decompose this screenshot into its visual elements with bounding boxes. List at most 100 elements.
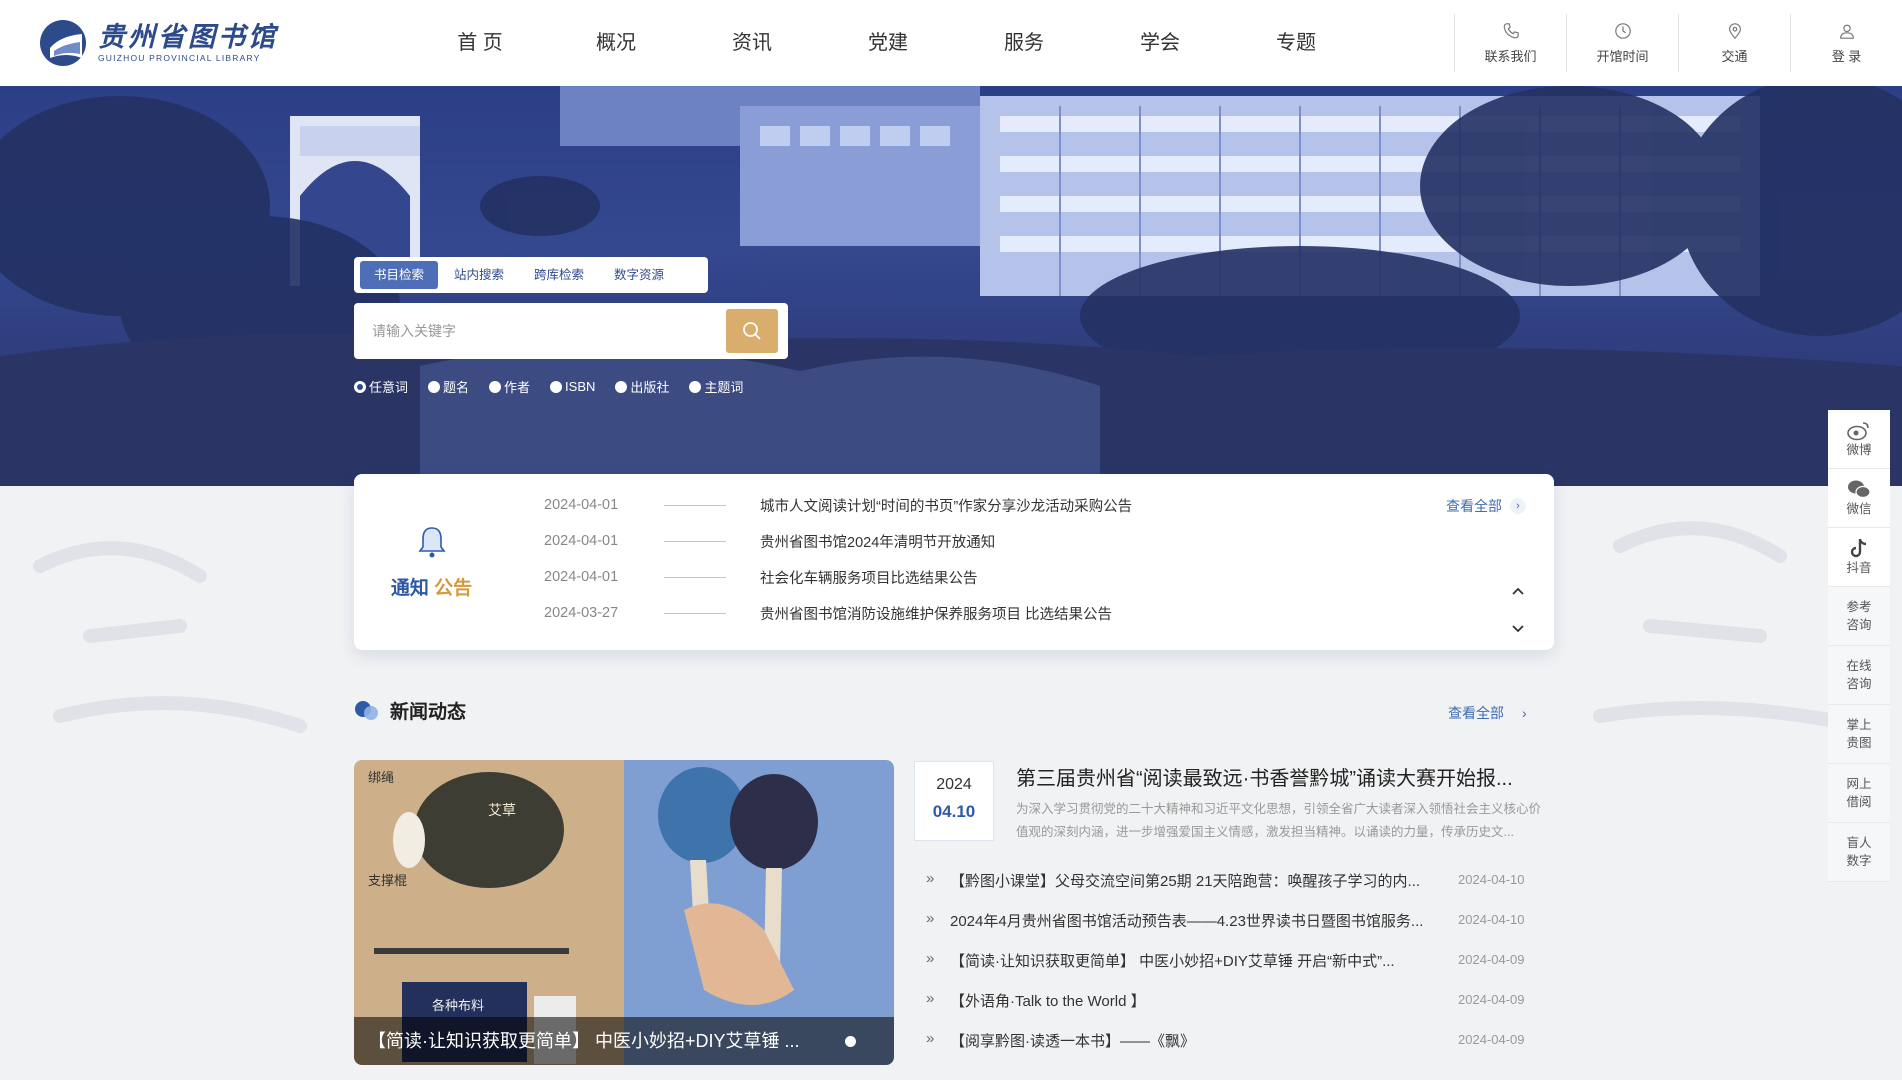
location-pin-icon (1728, 22, 1741, 39)
option-subject[interactable]: 主题词 (689, 377, 743, 396)
double-chevron-icon: » (926, 990, 935, 1007)
side-float-menu: 微博 微信 抖音 参考咨询 在线咨询 掌上贵图 网上借阅 盲人数字 (1828, 410, 1890, 882)
nav-services[interactable]: 服务 (956, 0, 1092, 86)
logo-name-cn: 贵州省图书馆 (98, 22, 278, 53)
chevron-right-icon: › (1510, 498, 1526, 514)
notice-item[interactable]: 2024-03-27 贵州省图书馆消防设施维护保养服务项目 比选结果公告 (544, 603, 1112, 623)
weibo-label: 微博 (1846, 443, 1872, 457)
option-author[interactable]: 作者 (489, 377, 530, 396)
news-item-title[interactable]: 【阅享黔图·读透一本书】——《飘》 (950, 1030, 1448, 1050)
option-isbn[interactable]: ISBN (550, 377, 595, 396)
notice-text[interactable]: 社会化车辆服务项目比选结果公告 (760, 567, 978, 588)
douyin-link[interactable]: 抖音 (1828, 528, 1890, 587)
nav-home[interactable]: 首 页 (412, 0, 548, 86)
radio-icon (354, 380, 366, 393)
news-item-date: 2024-04-09 (1458, 952, 1525, 967)
mobile-library-link[interactable]: 掌上贵图 (1828, 705, 1890, 764)
contact-us-label: 联系我们 (1484, 48, 1537, 64)
notice-item[interactable]: 2024-04-01 社会化车辆服务项目比选结果公告 (544, 567, 978, 587)
online-consult-link[interactable]: 在线咨询 (1828, 646, 1890, 705)
notice-item[interactable]: 2024-04-01 贵州省图书馆2024年清明节开放通知 (544, 531, 995, 551)
news-list-item[interactable]: » 【黔图小课堂】父母交流空间第25期 21天陪跑营：唤醒孩子学习的内... 2… (926, 870, 1556, 890)
notice-item[interactable]: 2024-04-01 城市人文阅读计划“时间的书页”作家分享沙龙活动采购公告 (544, 495, 1132, 515)
divider-line (664, 504, 726, 506)
mobile-library-label: 掌上贵图 (1846, 718, 1872, 750)
scroll-down-button[interactable] (1510, 620, 1526, 636)
nav-topics[interactable]: 专题 (1228, 0, 1364, 86)
logo-name-en: GUIZHOU PROVINCIAL LIBRARY (98, 53, 261, 63)
notice-heading: 通知 公告 (354, 474, 509, 650)
tab-cross-db-search[interactable]: 跨库检索 (520, 261, 598, 289)
transport-link[interactable]: 交通 (1678, 14, 1790, 72)
online-borrow-label: 网上借阅 (1846, 777, 1872, 809)
weibo-link[interactable]: 微博 (1828, 410, 1890, 469)
featured-news-title[interactable]: 第三届贵州省“阅读最致远·书香誉黔城”诵读大赛开始报... (1016, 762, 1556, 791)
carousel-caption[interactable]: 【简读·让知识获取更简单】 中医小妙招+DIY艾草锤 ... (354, 1017, 894, 1065)
catalog-search: 书目检索 站内搜索 跨库检索 数字资源 任意词 题名 作者 ISBN 出版社 主… (354, 257, 788, 396)
blind-digital-link[interactable]: 盲人数字 (1828, 823, 1890, 882)
reference-consult-link[interactable]: 参考咨询 (1828, 587, 1890, 646)
logo-emblem-icon (38, 18, 88, 68)
user-icon (1839, 24, 1854, 39)
news-item-title[interactable]: 【简读·让知识获取更简单】 中医小妙招+DIY艾草锤 开启“新中式”... (950, 950, 1448, 970)
nav-party[interactable]: 党建 (820, 0, 956, 86)
notice-text[interactable]: 贵州省图书馆2024年清明节开放通知 (760, 531, 995, 552)
double-chevron-icon: » (926, 1030, 935, 1047)
clock-icon (1614, 22, 1631, 39)
wechat-icon (1848, 480, 1871, 499)
online-consult-label: 在线咨询 (1846, 659, 1872, 691)
phone-icon (1503, 22, 1519, 38)
blind-digital-label: 盲人数字 (1846, 836, 1872, 868)
opening-hours-label: 开馆时间 (1596, 48, 1649, 64)
radio-icon (489, 380, 502, 393)
divider-line (664, 576, 726, 578)
news-list-item[interactable]: » 【外语角·Talk to the World 】 2024-04-09 (926, 990, 1556, 1010)
hero-banner: 书目检索 站内搜索 跨库检索 数字资源 任意词 题名 作者 ISBN 出版社 主… (0, 86, 1902, 486)
news-item-title[interactable]: 【黔图小课堂】父母交流空间第25期 21天陪跑营：唤醒孩子学习的内... (950, 870, 1448, 890)
news-item-title[interactable]: 【外语角·Talk to the World 】 (950, 990, 1448, 1010)
carousel-dot[interactable] (845, 1036, 856, 1047)
featured-year: 2024 (936, 776, 972, 793)
site-header: 贵州省图书馆 GUIZHOU PROVINCIAL LIBRARY 首 页 概况… (0, 0, 1902, 86)
contact-us-link[interactable]: 联系我们 (1454, 14, 1566, 72)
nav-news[interactable]: 资讯 (684, 0, 820, 86)
douyin-icon (1850, 539, 1867, 558)
featured-date: 04.10 (932, 802, 976, 821)
online-borrow-link[interactable]: 网上借阅 (1828, 764, 1890, 823)
library-building-photo (0, 86, 1902, 486)
search-input[interactable] (354, 303, 714, 359)
tab-catalog-search[interactable]: 书目检索 (360, 261, 439, 289)
news-item-title[interactable]: 2024年4月贵州省图书馆活动预告表——4.23世界读书日暨图书馆服务... (950, 910, 1448, 930)
news-list-item[interactable]: » 【阅享黔图·读透一本书】——《飘》 2024-04-09 (926, 1030, 1556, 1050)
tab-digital-resources[interactable]: 数字资源 (600, 261, 678, 289)
notice-view-all-link[interactable]: 查看全部 › (1446, 496, 1526, 516)
site-logo[interactable]: 贵州省图书馆 GUIZHOU PROVINCIAL LIBRARY (38, 18, 278, 68)
nav-overview[interactable]: 概况 (548, 0, 684, 86)
notice-date: 2024-04-01 (544, 569, 619, 585)
option-publisher[interactable]: 出版社 (615, 377, 669, 396)
opening-hours-link[interactable]: 开馆时间 (1566, 14, 1678, 72)
tab-site-search[interactable]: 站内搜索 (440, 261, 518, 289)
news-list-item[interactable]: » 2024年4月贵州省图书馆活动预告表——4.23世界读书日暨图书馆服务...… (926, 910, 1556, 930)
option-title[interactable]: 题名 (428, 377, 469, 396)
search-button[interactable] (726, 309, 778, 353)
login-label: 登 录 (1831, 48, 1862, 64)
notice-panel: 通知 公告 2024-04-01 城市人文阅读计划“时间的书页”作家分享沙龙活动… (354, 474, 1554, 650)
radio-icon (689, 380, 702, 393)
news-view-all-link[interactable]: 查看全部 › (1448, 703, 1527, 723)
news-carousel[interactable]: 绑绳 艾草 支撑棍 各种布料 【简读·让知识获取更简单】 中医小妙招+DIY艾草… (354, 760, 894, 1065)
notice-text[interactable]: 贵州省图书馆消防设施维护保养服务项目 比选结果公告 (760, 603, 1112, 624)
notice-title-b: 公告 (434, 577, 473, 599)
radio-icon (615, 380, 628, 393)
nav-society[interactable]: 学会 (1092, 0, 1228, 86)
featured-date-badge: 2024 04.10 (914, 761, 994, 841)
scroll-up-button[interactable] (1510, 584, 1526, 600)
wechat-label: 微信 (1846, 502, 1872, 516)
news-list-item[interactable]: » 【简读·让知识获取更简单】 中医小妙招+DIY艾草锤 开启“新中式”... … (926, 950, 1556, 970)
option-any-word[interactable]: 任意词 (354, 377, 408, 396)
quick-links: 联系我们 开馆时间 交通 登 录 (1454, 14, 1902, 72)
search-tabs: 书目检索 站内搜索 跨库检索 数字资源 (354, 257, 708, 293)
notice-text[interactable]: 城市人文阅读计划“时间的书页”作家分享沙龙活动采购公告 (760, 495, 1132, 516)
login-link[interactable]: 登 录 (1790, 14, 1902, 72)
wechat-link[interactable]: 微信 (1828, 469, 1890, 528)
